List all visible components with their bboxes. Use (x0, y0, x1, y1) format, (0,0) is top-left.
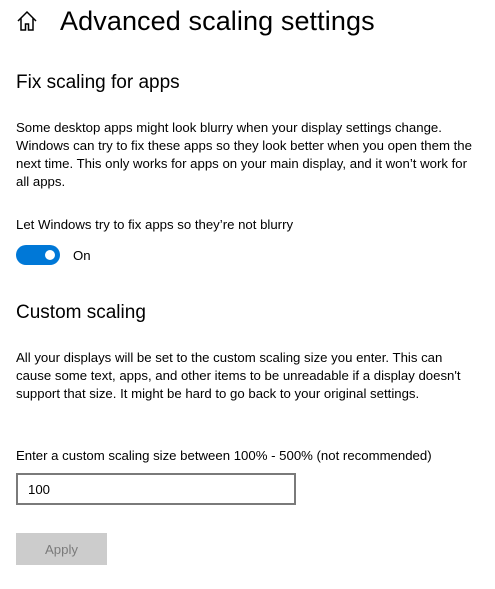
home-icon[interactable] (16, 10, 38, 32)
custom-scaling-input-label: Enter a custom scaling size between 100%… (16, 448, 432, 463)
fix-scaling-description: Some desktop apps might look blurry when… (16, 120, 472, 189)
page-title: Advanced scaling settings (60, 5, 375, 36)
custom-scaling-input[interactable] (16, 473, 296, 505)
fix-apps-toggle[interactable] (16, 245, 60, 265)
fix-apps-toggle-label: Let Windows try to fix apps so they’re n… (16, 217, 294, 232)
page-header: Advanced scaling settings (16, 4, 375, 38)
fix-apps-toggle-row: On (16, 245, 91, 265)
custom-scaling-heading: Custom scaling (16, 302, 146, 323)
toggle-state-label: On (73, 247, 91, 263)
fix-scaling-heading: Fix scaling for apps (16, 72, 180, 93)
apply-button[interactable]: Apply (16, 533, 107, 565)
toggle-knob (45, 250, 55, 260)
custom-scaling-description: All your displays will be set to the cus… (16, 350, 461, 401)
